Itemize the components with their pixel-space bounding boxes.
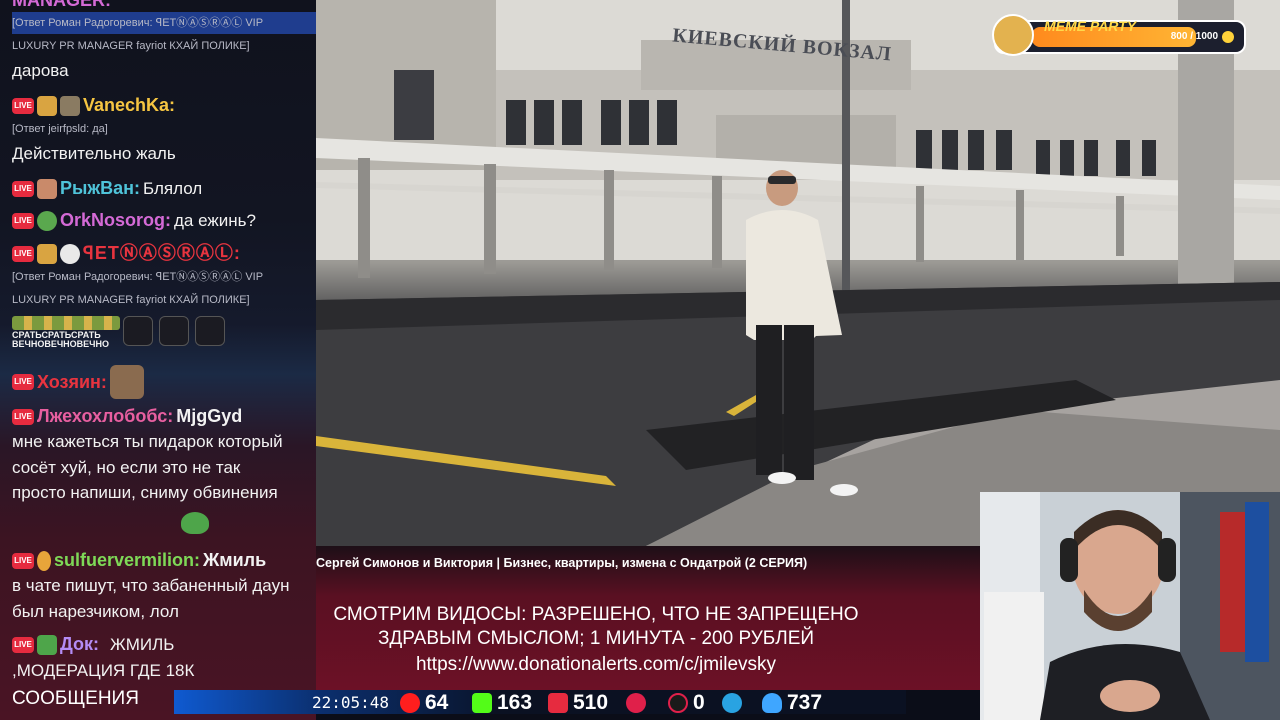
meme-progress-text: 800 / 1000 — [1170, 31, 1218, 42]
live-count: 510 — [573, 691, 609, 714]
r-viewers: 0 — [668, 686, 705, 720]
total-count: 737 — [787, 691, 823, 714]
donation-line: ЗДРАВЫМ СМЫСЛОМ; 1 МИНУТА - 200 РУБЛЕЙ — [377, 628, 815, 649]
chat-message: [Ответ Роман Радогоревич: ꟼETⓃⒶⓈⓇⒶⓁ VIP … — [12, 12, 312, 83]
emote-sratj: СРАТЬСРАТЬСРАТЬ ВЕЧНОВЕЧНОВЕЧНО — [12, 314, 120, 349]
message-text: да ежинь? — [174, 211, 256, 230]
status-bar: СООБЩЕНИЯ 22:05:48 64 163 510 0 737 — [0, 686, 980, 720]
beer-icon — [37, 95, 57, 116]
r-count: 0 — [693, 691, 705, 714]
chat-nick[interactable]: VanechKa: — [83, 93, 175, 118]
meme-party-widget: MEME PARTY 800 / 1000 — [992, 14, 1246, 56]
coin-icon — [1222, 31, 1234, 43]
video-player[interactable]: КИЕВСКИЙ ВОКЗАЛ — [316, 0, 1280, 546]
emote-hooded-icon — [159, 316, 189, 346]
avatar-icon — [37, 178, 57, 199]
donation-line: СМОТРИМ ВИДОСЫ: РАЗРЕШЕНО, ЧТО НЕ ЗАПРЕЩ… — [333, 604, 859, 625]
frog-icon — [37, 210, 57, 231]
kick-icon — [472, 693, 492, 713]
telegram-link — [722, 686, 742, 720]
beer-icon — [37, 243, 57, 264]
kick-viewers: 163 — [472, 686, 532, 720]
live-badge-icon: LIVE — [12, 408, 34, 425]
clock: 22:05:48 — [312, 693, 390, 712]
mention: Жмиль — [203, 550, 267, 570]
webcam-feed — [980, 492, 1280, 720]
meme-title: MEME PARTY — [1044, 18, 1137, 34]
emote-strip — [12, 316, 120, 330]
chat-message: LIVE Лжехохлобобс: MjgGyd мне кажеться т… — [12, 404, 312, 506]
chat-message: LIVE РыжВан: Блялол — [12, 176, 312, 201]
clown-icon — [60, 243, 80, 264]
reply-quote: LUXURY PR MANAGER fayriot КХАЙ ПОЛИКЕ] — [12, 294, 250, 306]
chat-nick[interactable]: sulfuervermilion: — [54, 548, 200, 573]
live-badge-icon: LIVE — [12, 212, 34, 229]
emote-man-icon — [109, 365, 144, 399]
avatar-icon — [60, 95, 80, 116]
chat-nick[interactable]: Хозяин: — [37, 370, 107, 395]
telegram-icon — [722, 693, 742, 713]
youtube-count: 64 — [425, 691, 449, 714]
message-text: Действительно жаль — [12, 144, 176, 163]
chat-nick[interactable]: OrkNosorog: — [60, 208, 171, 233]
reply-quote: [Ответ Роман Радогоревич: ꟼETⓃⒶⓈⓇⒶⓁ VIP — [12, 17, 264, 29]
reply-quote: [Ответ Роман Радогоревич: ꟼETⓃⒶⓈⓇⒶⓁ VIP — [12, 271, 264, 283]
rutube-viewers — [626, 686, 646, 720]
lemon-icon — [37, 550, 51, 571]
video-title: Сергей Симонов и Виктория | Бизнес, квар… — [316, 556, 808, 570]
mention: MjgGyd — [176, 406, 243, 426]
emote-hooded-icon — [195, 316, 225, 346]
chat-message: LIVE Хозяин: — [12, 365, 312, 399]
chat-nick[interactable]: ꟼETⓃⒶⓈⓇⒶⓁ: — [83, 241, 241, 266]
message-text: мне кажеться ты пидарок который сосёт ху… — [12, 432, 283, 502]
play-circle-icon — [626, 693, 646, 713]
total-viewers: 737 — [762, 686, 822, 720]
chat-message: LIVE ꟼETⓃⒶⓈⓇⒶⓁ: [Ответ Роман Радогоревич… — [12, 241, 312, 349]
live-badge-icon: LIVE — [12, 97, 34, 114]
donation-link[interactable]: https://www.donationalerts.com/c/jmilevs… — [264, 654, 928, 676]
doge-icon — [992, 14, 1034, 56]
message-text: дарова — [12, 61, 69, 80]
live-badge-icon: LIVE — [12, 245, 34, 262]
live-platform-icon — [548, 693, 568, 713]
messages-label: СООБЩЕНИЯ — [12, 688, 139, 709]
person-icon — [762, 693, 782, 713]
chat-message: LIVE OrkNosorog: да ежинь? — [12, 208, 312, 233]
live-badge-icon: LIVE — [12, 180, 34, 197]
message-text: Блялол — [143, 179, 203, 198]
chat-nick[interactable]: Лжехохлобобс: — [37, 404, 173, 429]
webcam-scene — [980, 492, 1280, 720]
emote-hooded-icon — [123, 316, 153, 346]
live-viewers: 510 — [548, 686, 608, 720]
chat-nick[interactable]: РыжВан: — [60, 176, 140, 201]
street-scene — [316, 0, 1280, 546]
live-badge-icon: LIVE — [12, 552, 34, 569]
r-platform-icon — [668, 693, 688, 713]
reply-quote: LUXURY PR MANAGER fayriot КХАЙ ПОЛИКЕ] — [12, 40, 250, 52]
youtube-viewers: 64 — [400, 686, 448, 720]
emote-caption: ВЕЧНОВЕЧНОВЕЧНО — [12, 339, 109, 349]
youtube-icon — [400, 693, 420, 713]
kick-count: 163 — [497, 691, 533, 714]
live-badge-icon: LIVE — [12, 374, 34, 390]
info-panel: Сергей Симонов и Виктория | Бизнес, квар… — [316, 546, 980, 690]
chat-message: LIVE VanechKa: [Ответ jeirfpsld: да] Дей… — [12, 93, 312, 166]
pepe-emote-icon — [181, 512, 209, 534]
reply-quote: [Ответ jeirfpsld: да] — [12, 123, 108, 135]
message-text: ЖМИЛЬ ,МОДЕРАЦИЯ ГДЕ 18К — [12, 635, 195, 680]
